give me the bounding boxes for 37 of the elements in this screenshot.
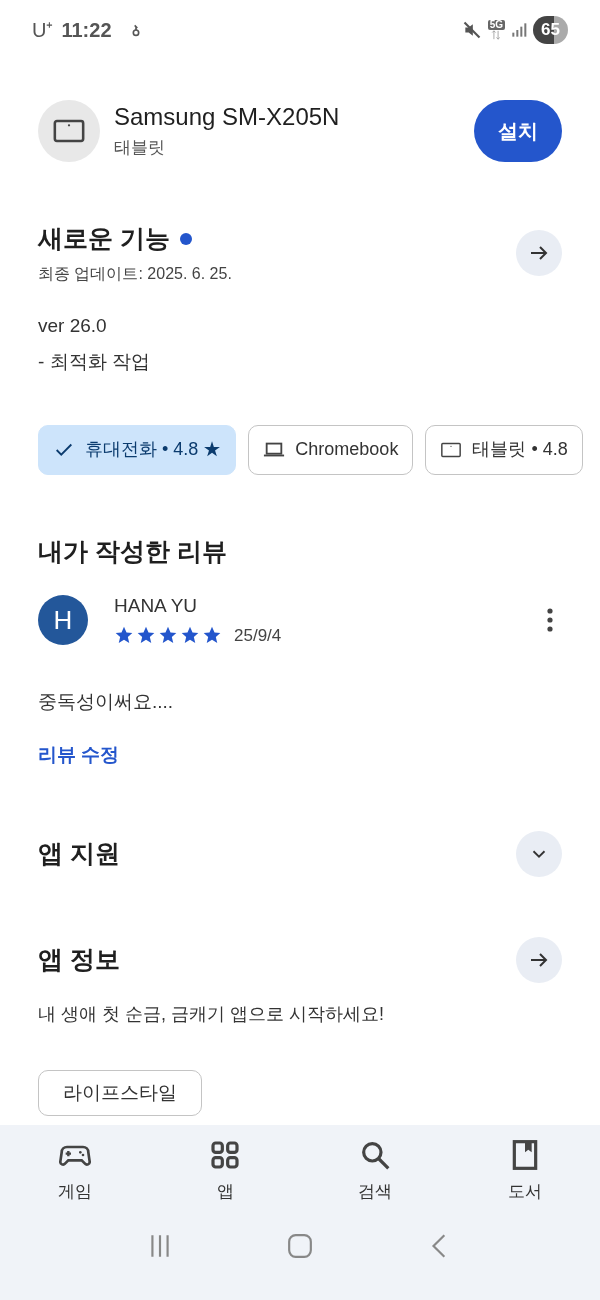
nav-tab[interactable]: 검색 bbox=[300, 1139, 450, 1205]
device-filter-chip[interactable]: 태블릿 • 4.8 bbox=[425, 424, 583, 475]
search-icon bbox=[359, 1139, 391, 1171]
device-filter-chip[interactable]: 휴대전화 • 4.8 ★ bbox=[38, 424, 237, 475]
arrow-button[interactable] bbox=[516, 229, 562, 276]
signal-icon bbox=[511, 21, 528, 39]
battery-indicator: 65 bbox=[533, 16, 568, 44]
arrow-button[interactable] bbox=[516, 937, 562, 983]
update-date: 최종 업데이트: 2025. 6. 25. bbox=[38, 263, 233, 284]
device-name: Samsung SM-X205N bbox=[114, 102, 341, 133]
user-avatar: H bbox=[38, 595, 88, 645]
category-chip[interactable]: 라이프스타일 bbox=[38, 1070, 202, 1116]
data-arrows-icon bbox=[490, 30, 503, 40]
device-filter-chip[interactable]: Chromebook bbox=[248, 424, 414, 475]
install-button[interactable]: 설치 bbox=[474, 100, 562, 162]
section-title: 새로운 기능 bbox=[38, 223, 170, 254]
mute-icon bbox=[461, 20, 482, 40]
grid-icon bbox=[209, 1139, 241, 1171]
version-text: ver 26.0 bbox=[37, 313, 108, 338]
more-options-icon bbox=[547, 608, 553, 632]
nav-tab[interactable]: 도서 bbox=[450, 1139, 600, 1205]
reviewer-name: HANA YU bbox=[114, 594, 199, 618]
home-icon bbox=[287, 1232, 313, 1259]
network-label: 5G bbox=[487, 20, 506, 30]
edit-review-link[interactable]: 리뷰 수정 bbox=[38, 743, 120, 765]
nav-tab[interactable]: 앱 bbox=[150, 1139, 300, 1205]
section-title: 내가 작성한 리뷰 bbox=[37, 535, 228, 567]
section-title: 앱 지원 bbox=[38, 838, 121, 870]
clock: 11:22 bbox=[61, 18, 112, 43]
device-type: 태블릿 bbox=[114, 137, 166, 160]
section-title: 앱 정보 bbox=[38, 944, 121, 976]
app-description: 내 생애 첫 순금, 금캐기 앱으로 시작하세요! bbox=[37, 1003, 385, 1026]
nav-tab[interactable]: 게임 bbox=[0, 1139, 150, 1205]
carrier-label: U⁺ bbox=[32, 18, 54, 43]
release-notes: - 최적화 작업 bbox=[37, 350, 151, 374]
review-text: 중독성이써요.... bbox=[37, 690, 175, 714]
review-date: 25/9/4 bbox=[234, 624, 282, 647]
